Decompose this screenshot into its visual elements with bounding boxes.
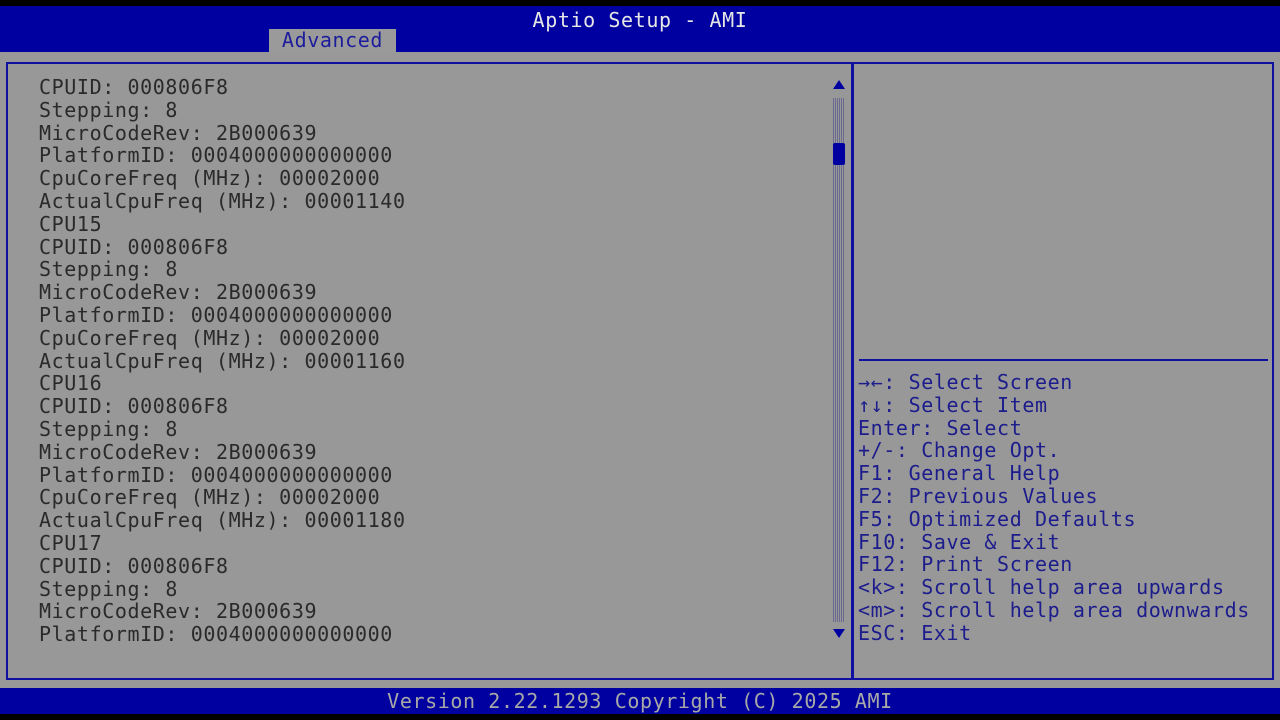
tab-advanced[interactable]: Advanced [269,29,396,52]
help-line: F2: Previous Values [858,483,1099,508]
help-line: ESC: Exit [858,620,972,645]
content-panel: CPUID: 000806F8 Stepping: 8 MicroCodeRev: … [6,62,1274,680]
version-footer: Version 2.22.1293 Copyright (C) 2025 AMI [0,688,1280,714]
help-line: +/-: Change Opt. [858,438,1061,463]
scrollbar[interactable] [832,80,846,640]
info-line: MicroCodeRev: 2B000639 [39,599,318,624]
key-help-list: →←: Select Screen ↑↓: Select Item Enter: S… [858,371,1250,645]
header-bar: Aptio Setup - AMI Advanced [0,6,1280,52]
scroll-thumb[interactable] [833,143,845,166]
scroll-down-arrow-icon[interactable] [833,629,845,638]
help-line: <m>: Scroll help area downwards [858,597,1250,622]
cpu-header: CPU15 [39,211,103,236]
help-line: <k>: Scroll help area upwards [858,575,1225,600]
info-line: CpuCoreFreq (MHz): 00002000 [39,325,381,350]
panel-divider [851,64,854,678]
help-line: F5: Optimized Defaults [858,506,1137,531]
info-line: MicroCodeRev: 2B000639 [39,439,318,464]
info-line: Stepping: 8 [39,576,179,601]
scroll-up-arrow-icon[interactable] [833,80,845,89]
app-title: Aptio Setup - AMI [532,8,748,32]
help-line: F12: Print Screen [858,552,1073,577]
help-line: ↑↓: Select Item [858,392,1048,417]
info-line: CpuCoreFreq (MHz): 00002000 [39,485,381,510]
main-area: CPUID: 000806F8 Stepping: 8 MicroCodeRev: … [0,52,1280,688]
info-line: ActualCpuFreq (MHz): 00001180 [39,508,406,533]
info-line: PlatformID: 0004000000000000 [39,302,393,327]
help-line: Enter: Select [858,415,1023,440]
info-line: CPUID: 000806F8 [39,553,229,578]
help-line: F1: General Help [858,461,1061,486]
info-list: CPUID: 000806F8 Stepping: 8 MicroCodeRev: … [39,76,406,646]
info-line: PlatformID: 0004000000000000 [39,143,393,168]
info-line: MicroCodeRev: 2B000639 [39,280,318,305]
info-line: CPUID: 000806F8 [39,234,229,259]
info-line: ActualCpuFreq (MHz): 00001140 [39,188,406,213]
scroll-track[interactable] [833,98,845,622]
info-line: Stepping: 8 [39,97,179,122]
info-line: Stepping: 8 [39,257,179,282]
info-line: Stepping: 8 [39,416,179,441]
info-line: PlatformID: 0004000000000000 [39,462,393,487]
info-line: CpuCoreFreq (MHz): 00002000 [39,166,381,191]
info-line: ActualCpuFreq (MHz): 00001160 [39,348,406,373]
cpu-header: CPU17 [39,530,103,555]
help-line: F10: Save & Exit [858,529,1061,554]
info-line: CPUID: 000806F8 [39,75,229,99]
cpu-header: CPU16 [39,371,103,396]
info-line: PlatformID: 0004000000000000 [39,622,393,647]
help-separator [859,359,1268,361]
info-line: MicroCodeRev: 2B000639 [39,120,318,145]
help-line: →←: Select Screen [858,370,1073,394]
info-line: CPUID: 000806F8 [39,394,229,419]
